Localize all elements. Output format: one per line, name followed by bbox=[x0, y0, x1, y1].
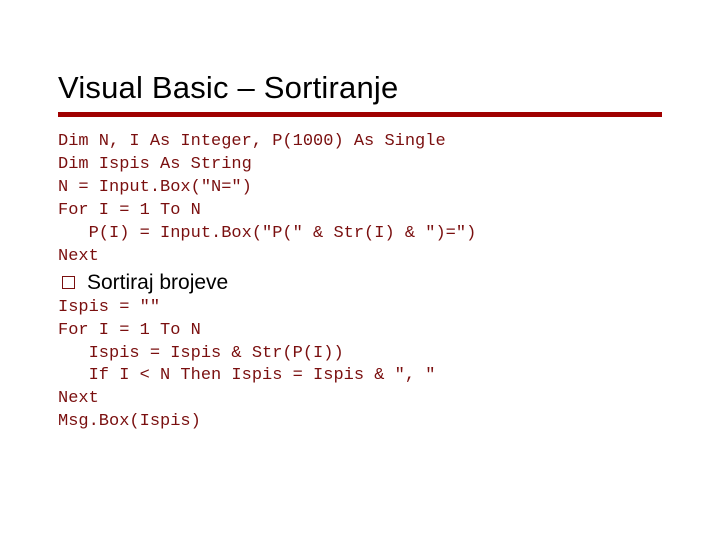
code-block-2: Ispis = "" For I = 1 To N Ispis = Ispis … bbox=[58, 297, 662, 435]
square-bullet-icon bbox=[62, 276, 75, 289]
bullet-text: Sortiraj brojeve bbox=[87, 271, 228, 295]
title-underline bbox=[58, 112, 662, 117]
bullet-row: Sortiraj brojeve bbox=[58, 269, 662, 297]
page-title: Visual Basic – Sortiranje bbox=[58, 70, 662, 106]
code-block-1: Dim N, I As Integer, P(1000) As Single D… bbox=[58, 131, 662, 269]
slide: Visual Basic – Sortiranje Dim N, I As In… bbox=[0, 0, 720, 540]
